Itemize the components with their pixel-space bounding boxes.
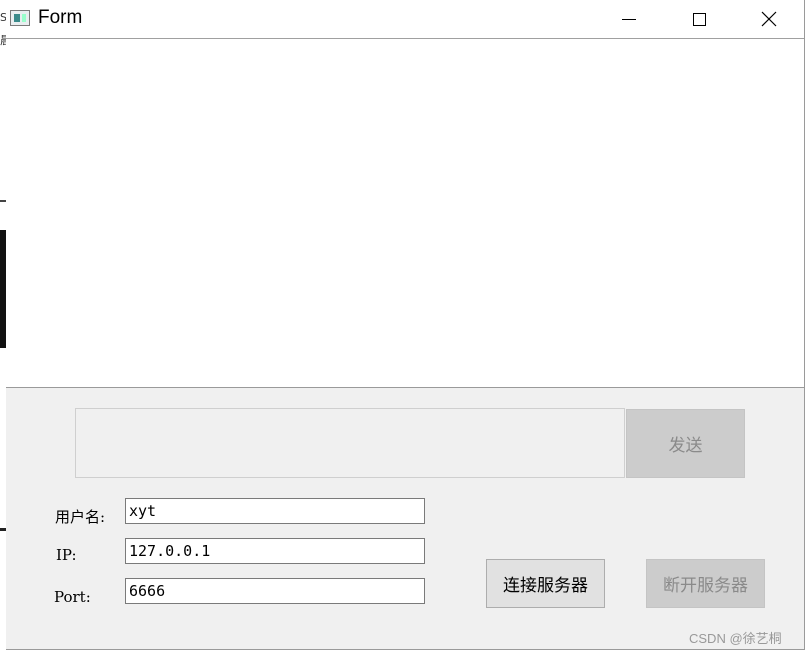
connect-server-button[interactable]: 连接服务器 [486,559,605,608]
username-field[interactable]: xyt [125,498,425,524]
port-label: Port: [54,588,91,606]
maximize-icon [692,12,706,26]
message-input[interactable] [75,408,625,478]
message-display-area[interactable] [6,39,804,388]
ip-label: IP: [56,546,77,564]
close-button[interactable] [746,0,792,38]
form-window: Form 发送 用户名: xyt IP: 127.0.0.1 Port: 666… [6,0,805,650]
minimize-button[interactable] [606,0,652,38]
disconnect-server-button[interactable]: 断开服务器 [646,559,765,608]
csdn-watermark: CSDN @徐艺桐 [689,631,782,646]
close-icon [761,11,777,27]
app-window-icon [10,10,30,26]
minimize-icon [622,18,636,20]
ip-field[interactable]: 127.0.0.1 [125,538,425,564]
maximize-button[interactable] [676,0,722,38]
send-button[interactable]: 发送 [626,409,745,478]
port-field[interactable]: 6666 [125,578,425,604]
window-title: Form [38,7,83,28]
title-bar[interactable]: Form [6,0,804,38]
username-label: 用户名: [55,508,106,526]
